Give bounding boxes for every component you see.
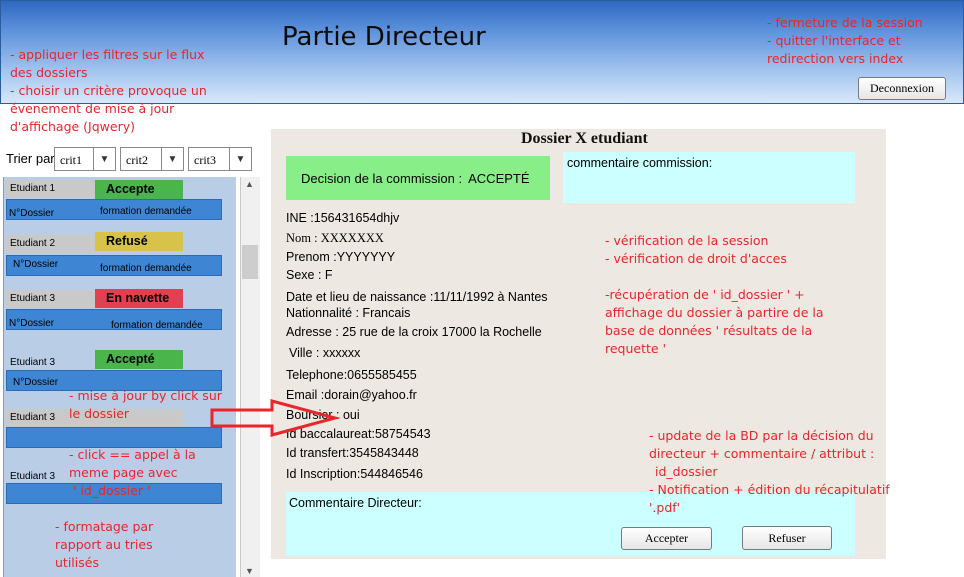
field-prenom: Prenom :YYYYYYY [286, 250, 396, 264]
logout-button[interactable]: Deconnexion [858, 77, 946, 100]
list-item-student[interactable]: Etudiant 2 [6, 235, 95, 253]
status-badge: Accepté [95, 350, 183, 369]
field-ine: INE :156431654dhjv [286, 211, 400, 225]
chevron-down-icon: ▼ [93, 148, 115, 170]
note-recuperation: -récupération de ' id_dossier ' + affich… [605, 287, 824, 356]
field-naissance: Date et lieu de naissance :11/11/1992 à … [286, 290, 548, 304]
field-inscription: Id Inscription:544846546 [286, 467, 423, 481]
field-nom: Nom : XXXXXXX [286, 231, 384, 245]
sort-label: Trier par [6, 151, 55, 166]
list-item-student[interactable]: Etudiant 3 [6, 290, 95, 308]
status-badge: Accepte [95, 180, 183, 199]
commission-comment: commentaire commission: [563, 152, 855, 203]
note-update: - update de la BD par la décision du dir… [649, 428, 890, 515]
status-badge: Refusé [95, 232, 183, 251]
note-filters: - appliquer les filtres sur le flux des … [10, 47, 207, 134]
list-item-student[interactable]: Etudiant 1 [6, 180, 95, 198]
list-scrollbar[interactable] [240, 177, 260, 577]
field-sexe: Sexe : F [286, 268, 333, 282]
arrow-right-icon [210, 399, 341, 437]
field-telephone: Telephone:0655585455 [286, 368, 417, 382]
refuse-button[interactable]: Refuser [742, 526, 832, 550]
status-badge: En navette [95, 289, 183, 308]
sort-select-crit3[interactable]: crit3 ▼ [188, 147, 252, 171]
field-transfert: Id transfert:3545843448 [286, 446, 419, 460]
page-title: Partie Directeur [282, 22, 486, 52]
scrollbar-thumb[interactable] [242, 245, 258, 279]
accept-button[interactable]: Accepter [621, 527, 712, 550]
note-session: - fermeture de la session - quitter l'in… [767, 15, 923, 66]
sort-select-crit2[interactable]: crit2 ▼ [120, 147, 184, 171]
list-item-bar[interactable]: N°Dossier formation demandée [6, 255, 222, 276]
chevron-down-icon: ▼ [161, 148, 183, 170]
list-item-bar[interactable]: N°Dossier formation demandée [6, 309, 222, 331]
decision-value: ACCEPTÉ [468, 170, 530, 186]
dossier-title: Dossier X etudiant [521, 130, 648, 147]
commission-decision: Decision de la commission : ACCEPTÉ [286, 156, 550, 200]
note-call: - click == appel à la meme page avec ' i… [69, 447, 196, 498]
scroll-down-icon[interactable]: ▼ [245, 566, 254, 576]
field-adresse: Adresse : 25 rue de la croix 17000 la Ro… [286, 325, 542, 339]
list-item-bar[interactable]: N°Dossier formation demandée [6, 199, 222, 220]
scroll-up-icon[interactable]: ▲ [245, 179, 254, 189]
note-format: - formatage par rapport au tries utilisé… [55, 519, 154, 570]
note-click: - mise à jour by click sur le dossier [69, 388, 222, 421]
note-verification: - vérification de la session - vérificat… [605, 233, 787, 266]
chevron-down-icon: ▼ [229, 148, 251, 170]
list-item-bar[interactable] [6, 427, 222, 448]
sort-select-crit1[interactable]: crit1 ▼ [54, 147, 116, 171]
field-ville: Ville : xxxxxx [289, 346, 361, 360]
field-nationalite: Nationnalité : Francais [286, 306, 411, 320]
